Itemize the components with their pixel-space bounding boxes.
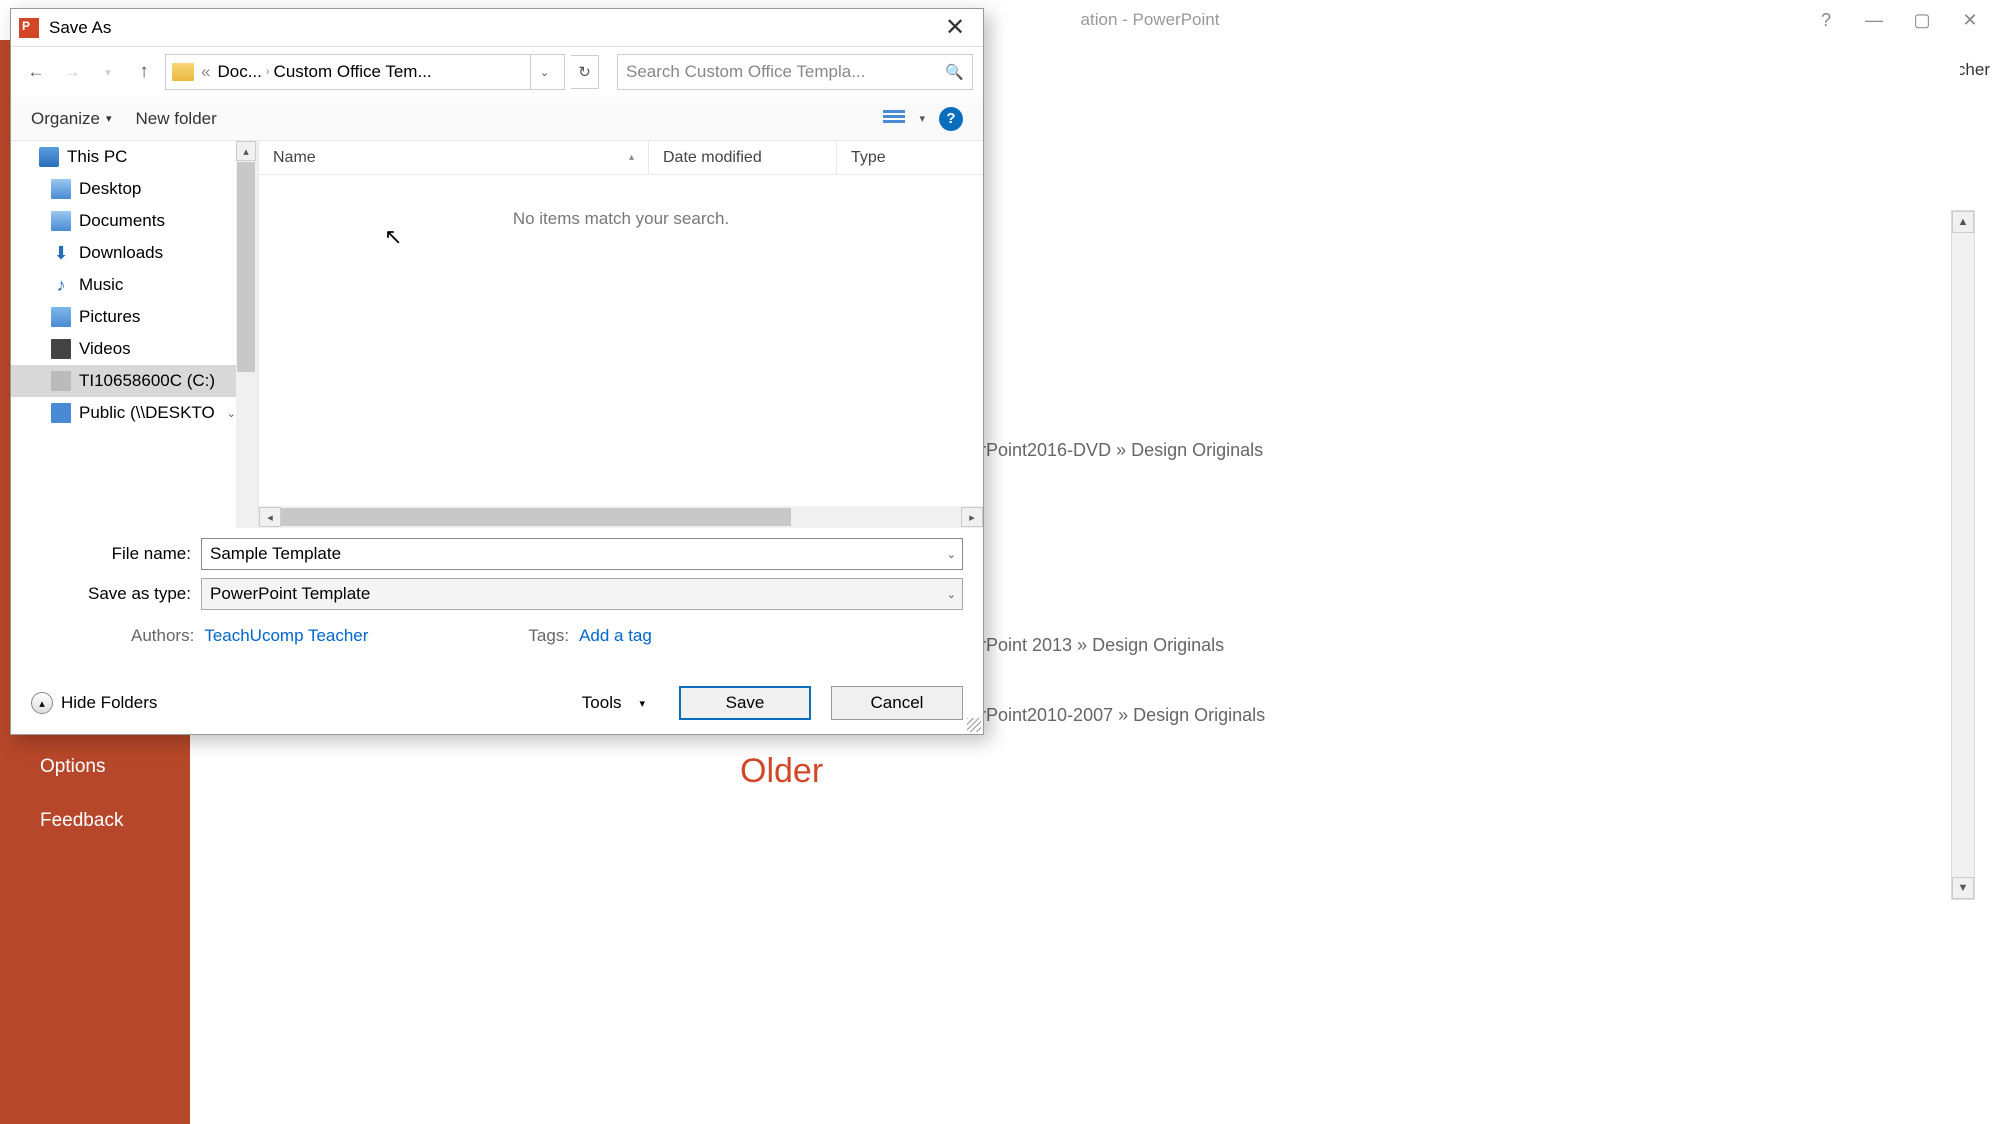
hide-folders-button[interactable]: ▴ Hide Folders — [31, 692, 157, 714]
file-name-input[interactable]: Sample Template ⌄ — [201, 538, 963, 570]
older-heading: Older — [740, 752, 823, 791]
search-input[interactable]: Search Custom Office Templa... 🔍 — [617, 54, 973, 90]
address-dropdown-icon[interactable]: ⌄ — [530, 55, 558, 89]
organize-button[interactable]: Organize ▾ — [31, 109, 112, 129]
tree-node-documents[interactable]: Documents — [11, 205, 236, 237]
chevron-down-icon[interactable]: ⌄ — [947, 548, 956, 561]
chevron-down-icon[interactable]: ▾ — [919, 112, 925, 125]
help-icon[interactable]: ? — [1816, 10, 1836, 30]
nav-forward-button[interactable]: → — [57, 57, 87, 87]
recent-path-2: rPoint 2013 » Design Originals — [980, 635, 1224, 656]
dialog-close-button[interactable]: ✕ — [935, 13, 975, 42]
tree-scrollbar[interactable]: ▴ — [236, 141, 258, 528]
dialog-bottom: File name: Sample Template ⌄ Save as typ… — [11, 528, 983, 658]
breadcrumb-1[interactable]: Doc... — [217, 62, 261, 82]
dialog-toolbar: Organize ▾ New folder ▾ ? — [11, 97, 983, 141]
tree-node-music[interactable]: ♪ Music — [11, 269, 236, 301]
desktop-icon — [51, 179, 71, 199]
file-name-label: File name: — [31, 544, 201, 564]
tree-node-desktop[interactable]: Desktop — [11, 173, 236, 205]
pictures-icon — [51, 307, 71, 327]
network-icon — [51, 403, 71, 423]
nav-history-dropdown[interactable]: ▾ — [93, 57, 123, 87]
sort-indicator-icon: ▴ — [629, 152, 634, 163]
file-list: Name ▴ Date modified Type No items match… — [259, 141, 983, 528]
folder-tree: ▴ This PC Desktop Documents ⬇ D — [11, 141, 259, 528]
music-icon: ♪ — [51, 275, 71, 295]
column-name[interactable]: Name ▴ — [259, 141, 649, 174]
pc-icon — [39, 147, 59, 167]
horizontal-scrollbar[interactable]: ◂ ▸ — [259, 506, 983, 528]
save-button[interactable]: Save — [679, 686, 811, 720]
tree-node-public[interactable]: Public (\\DESKTO ⌄ — [11, 397, 236, 429]
scroll-thumb[interactable] — [281, 508, 791, 526]
dialog-titlebar: Save As ✕ — [11, 9, 983, 47]
resize-grip[interactable] — [967, 718, 981, 732]
column-date[interactable]: Date modified — [649, 141, 837, 174]
authors-label: Authors: — [131, 626, 194, 646]
nav-up-button[interactable]: ↑ — [129, 57, 159, 87]
scroll-right-icon[interactable]: ▸ — [961, 507, 983, 527]
chevron-down-icon: ▾ — [639, 697, 645, 710]
breadcrumb-2[interactable]: Custom Office Tem... — [274, 62, 432, 82]
sidebar-item-options[interactable]: Options — [0, 740, 190, 794]
downloads-icon: ⬇ — [51, 243, 71, 263]
help-icon[interactable]: ? — [939, 107, 963, 131]
documents-icon — [51, 211, 71, 231]
empty-message: No items match your search. — [259, 175, 983, 229]
chevron-down-icon: ▾ — [106, 112, 112, 125]
nav-back-button[interactable]: ← — [21, 57, 51, 87]
scroll-up-icon[interactable]: ▲ — [1952, 211, 1974, 233]
refresh-button[interactable]: ↻ — [571, 55, 599, 89]
save-as-dialog: Save As ✕ ← → ▾ ↑ « Doc... › Custom Offi… — [10, 8, 984, 735]
chevron-down-icon[interactable]: ⌄ — [227, 407, 236, 420]
recent-path-1: rPoint2016-DVD » Design Originals — [980, 440, 1263, 461]
dialog-button-row: ▴ Hide Folders Tools ▾ Save Cancel — [11, 658, 983, 734]
dialog-title: Save As — [49, 18, 111, 38]
cancel-button[interactable]: Cancel — [831, 686, 963, 720]
scroll-up-icon[interactable]: ▴ — [236, 141, 256, 161]
scroll-down-icon[interactable]: ▼ — [1952, 877, 1974, 899]
column-type[interactable]: Type — [837, 141, 983, 174]
sidebar-item-feedback[interactable]: Feedback — [0, 794, 190, 848]
powerpoint-icon — [19, 18, 39, 38]
address-bar[interactable]: « Doc... › Custom Office Tem... ⌄ — [165, 54, 565, 90]
recent-path-3: rPoint2010-2007 » Design Originals — [980, 705, 1265, 726]
nav-bar: ← → ▾ ↑ « Doc... › Custom Office Tem... … — [11, 47, 983, 97]
tree-node-pictures[interactable]: Pictures — [11, 301, 236, 333]
tags-value[interactable]: Add a tag — [579, 626, 652, 646]
tree-node-videos[interactable]: Videos — [11, 333, 236, 365]
scroll-thumb[interactable] — [237, 162, 255, 372]
close-icon[interactable]: ✕ — [1960, 10, 1980, 30]
restore-icon[interactable]: ▢ — [1912, 10, 1932, 30]
save-type-label: Save as type: — [31, 584, 201, 604]
column-headers: Name ▴ Date modified Type — [259, 141, 983, 175]
search-icon[interactable]: 🔍 — [945, 63, 964, 81]
folder-icon — [172, 63, 194, 81]
tree-node-this-pc[interactable]: This PC — [11, 141, 236, 173]
tags-label: Tags: — [528, 626, 569, 646]
save-type-combo[interactable]: PowerPoint Template ⌄ — [201, 578, 963, 610]
tools-dropdown[interactable]: Tools ▾ — [582, 693, 659, 713]
minimize-icon[interactable]: — — [1864, 10, 1884, 30]
tree-node-downloads[interactable]: ⬇ Downloads — [11, 237, 236, 269]
chevron-down-icon[interactable]: ⌄ — [947, 588, 956, 601]
content-scrollbar[interactable]: ▲ ▼ — [1951, 210, 1975, 900]
view-mode-button[interactable] — [883, 110, 905, 128]
videos-icon — [51, 339, 71, 359]
collapse-icon: ▴ — [31, 692, 53, 714]
disk-icon — [51, 371, 71, 391]
authors-value[interactable]: TeachUcomp Teacher — [204, 626, 368, 646]
new-folder-button[interactable]: New folder — [136, 109, 217, 129]
tree-node-cdrive[interactable]: TI10658600C (C:) — [11, 365, 236, 397]
search-placeholder: Search Custom Office Templa... — [626, 62, 865, 82]
scroll-left-icon[interactable]: ◂ — [259, 507, 281, 527]
